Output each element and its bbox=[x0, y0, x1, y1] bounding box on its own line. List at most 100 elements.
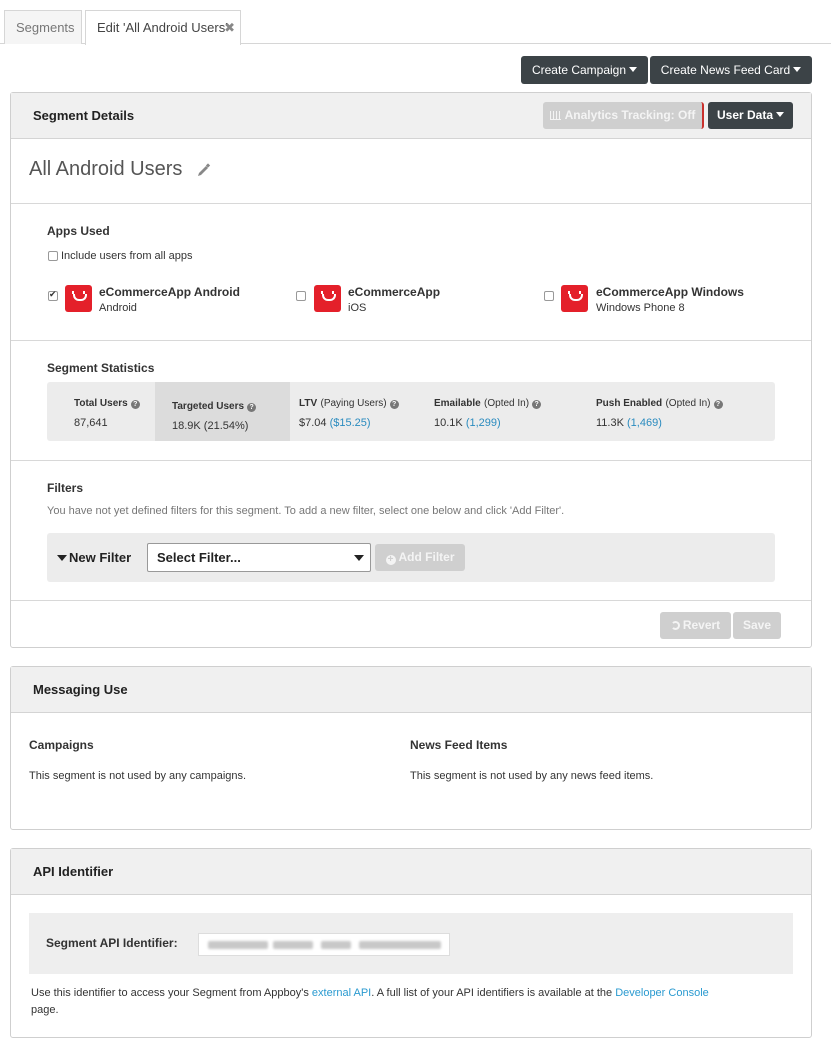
app-platform-android: Android bbox=[99, 302, 137, 314]
messaging-use-header: Messaging Use bbox=[11, 667, 811, 713]
api-identifier-note: Use this identifier to access your Segme… bbox=[31, 985, 801, 1019]
apps-used-title: Apps Used bbox=[47, 224, 110, 238]
create-news-feed-card-label: Create News Feed Card bbox=[660, 63, 791, 77]
api-identifier-box: Segment API Identifier: bbox=[29, 913, 793, 974]
add-filter-label: Add Filter bbox=[398, 550, 455, 564]
total-users-stat: Total Users? 87,641 bbox=[74, 395, 140, 429]
filter-select-value: Select Filter... bbox=[157, 550, 241, 565]
divider bbox=[11, 460, 811, 461]
api-identifier-title: API Identifier bbox=[33, 864, 114, 879]
user-data-button[interactable]: User Data bbox=[708, 102, 793, 129]
help-icon[interactable]: ? bbox=[713, 400, 723, 409]
messaging-use-title: Messaging Use bbox=[33, 682, 128, 697]
include-all-apps-label: Include users from all apps bbox=[61, 250, 193, 262]
divider bbox=[11, 600, 811, 601]
ltv-sub-value: ($15.25) bbox=[329, 417, 371, 429]
redacted-text bbox=[321, 941, 351, 949]
news-feed-items-text: This segment is not used by any news fee… bbox=[410, 770, 654, 782]
tab-edit-segment[interactable]: Edit 'All Android Users' ✖ bbox=[85, 10, 241, 45]
help-icon[interactable]: ? bbox=[130, 400, 140, 409]
app-name-ios: eCommerceApp bbox=[348, 285, 441, 299]
app-checkbox-ios[interactable] bbox=[296, 291, 306, 301]
plus-circle-icon: + bbox=[385, 555, 396, 565]
api-identifier-header: API Identifier bbox=[11, 849, 811, 895]
messaging-use-panel: Messaging Use Campaigns This segment is … bbox=[10, 666, 812, 830]
push-enabled-stat: Push Enabled (Opted In)? 11.3K (1,469) bbox=[596, 395, 723, 429]
new-filter-heading: New Filter bbox=[57, 550, 131, 565]
app-platform-ios: iOS bbox=[348, 302, 367, 314]
chevron-down-icon bbox=[354, 555, 364, 561]
push-enabled-sub-label: (Opted In) bbox=[665, 398, 711, 409]
emailable-value: 10.1K bbox=[434, 417, 463, 429]
api-note-middle: . A full list of your API identifiers is… bbox=[371, 987, 616, 999]
tab-segments-label: Segments bbox=[16, 20, 75, 35]
campaigns-title: Campaigns bbox=[29, 738, 94, 752]
create-news-feed-card-button[interactable]: Create News Feed Card bbox=[650, 56, 812, 84]
api-identifier-field[interactable] bbox=[198, 933, 450, 956]
targeted-users-value: 18.9K (21.54%) bbox=[172, 420, 249, 432]
emailable-sub-label: (Opted In) bbox=[484, 398, 530, 409]
external-api-link[interactable]: external API bbox=[312, 987, 371, 999]
api-identifier-label: Segment API Identifier: bbox=[46, 936, 178, 950]
api-note-suffix: page. bbox=[31, 1004, 59, 1016]
redacted-text bbox=[273, 941, 313, 949]
app-name-windows: eCommerceApp Windows bbox=[596, 285, 744, 299]
help-icon[interactable]: ? bbox=[532, 400, 542, 409]
targeted-users-stat: Targeted Users? 18.9K (21.54%) bbox=[172, 398, 257, 432]
push-enabled-label: Push Enabled bbox=[596, 398, 663, 409]
segment-details-title: Segment Details bbox=[33, 108, 135, 123]
undo-icon bbox=[670, 621, 680, 630]
segment-details-header: Segment Details Analytics Tracking: Off … bbox=[11, 93, 811, 139]
ltv-value: $7.04 bbox=[299, 417, 327, 429]
caret-down-icon bbox=[776, 112, 785, 117]
redacted-text bbox=[208, 941, 268, 949]
push-enabled-sub-value: (1,469) bbox=[627, 417, 662, 429]
app-logo-icon bbox=[561, 285, 588, 312]
pencil-icon[interactable] bbox=[197, 163, 211, 177]
help-icon[interactable]: ? bbox=[247, 403, 257, 412]
tab-edit-label: Edit 'All Android Users' bbox=[97, 20, 228, 35]
app-checkbox-windows[interactable] bbox=[544, 291, 554, 301]
news-feed-items-title: News Feed Items bbox=[410, 738, 508, 752]
app-logo-icon bbox=[314, 285, 341, 312]
revert-button[interactable]: Revert bbox=[660, 612, 731, 639]
total-users-value: 87,641 bbox=[74, 417, 108, 429]
total-users-label: Total Users bbox=[74, 398, 128, 409]
revert-label: Revert bbox=[682, 618, 721, 632]
app-logo-icon bbox=[65, 285, 92, 312]
api-note-prefix: Use this identifier to access your Segme… bbox=[31, 987, 312, 999]
include-all-apps-checkbox[interactable] bbox=[48, 251, 58, 261]
tab-segments[interactable]: Segments bbox=[4, 10, 82, 44]
statistics-box: Total Users? 87,641 Targeted Users? 18.9… bbox=[47, 382, 775, 441]
ltv-label: LTV bbox=[299, 398, 318, 409]
targeted-users-label: Targeted Users bbox=[172, 401, 245, 412]
ltv-stat: LTV (Paying Users)? $7.04 ($15.25) bbox=[299, 395, 399, 429]
app-platform-windows: Windows Phone 8 bbox=[596, 302, 685, 314]
close-icon[interactable]: ✖ bbox=[224, 11, 235, 44]
analytics-tracking-label: Analytics Tracking: Off bbox=[564, 108, 696, 122]
create-campaign-label: Create Campaign bbox=[531, 63, 627, 77]
bar-chart-icon bbox=[549, 111, 561, 120]
help-icon[interactable]: ? bbox=[389, 400, 399, 409]
emailable-stat: Emailable (Opted In)? 10.1K (1,299) bbox=[434, 395, 542, 429]
divider bbox=[11, 203, 811, 204]
new-filter-bar: New Filter Select Filter... + Add Filter bbox=[47, 533, 775, 582]
caret-down-icon bbox=[793, 67, 802, 72]
filters-title: Filters bbox=[47, 481, 84, 495]
filters-description: You have not yet defined filters for thi… bbox=[47, 505, 565, 517]
redacted-text bbox=[359, 941, 441, 949]
filter-icon bbox=[57, 555, 67, 561]
save-label: Save bbox=[742, 618, 772, 632]
create-campaign-button[interactable]: Create Campaign bbox=[521, 56, 648, 84]
divider bbox=[11, 340, 811, 341]
filter-select[interactable]: Select Filter... bbox=[147, 543, 371, 572]
analytics-tracking-button[interactable]: Analytics Tracking: Off bbox=[543, 102, 704, 129]
segment-details-panel: Segment Details Analytics Tracking: Off … bbox=[10, 92, 812, 648]
emailable-sub-value: (1,299) bbox=[465, 417, 501, 429]
add-filter-button[interactable]: + Add Filter bbox=[375, 544, 465, 571]
save-button[interactable]: Save bbox=[733, 612, 781, 639]
developer-console-link[interactable]: Developer Console bbox=[615, 987, 709, 999]
emailable-label: Emailable bbox=[434, 398, 481, 409]
ltv-sub-label: (Paying Users) bbox=[320, 398, 387, 409]
app-checkbox-android[interactable] bbox=[48, 289, 58, 301]
